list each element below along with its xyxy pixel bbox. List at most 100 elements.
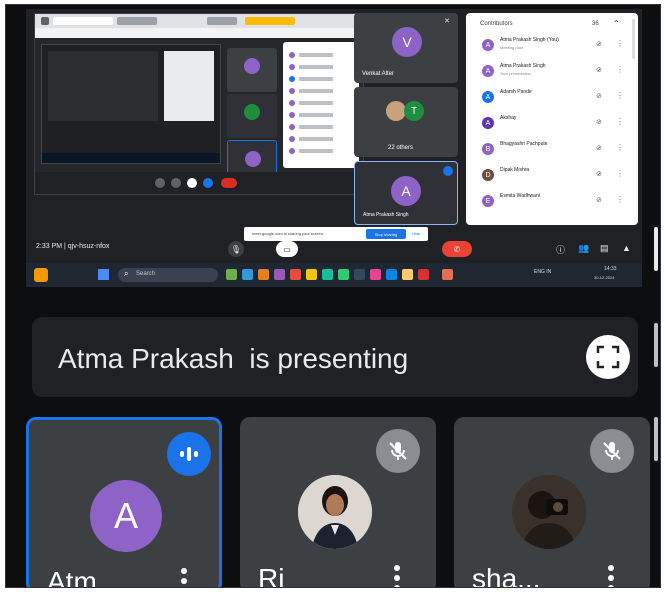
taskbar-app-icon[interactable] bbox=[258, 269, 269, 280]
participant-name: Atm... bbox=[47, 566, 121, 588]
fullscreen-button[interactable] bbox=[586, 335, 630, 379]
more-vert-icon[interactable]: ⋮ bbox=[616, 169, 624, 178]
taskbar-app-icon[interactable] bbox=[338, 269, 349, 280]
participant-row[interactable]: E Esmita Wadhwani ⊘ ⋮ bbox=[476, 191, 630, 213]
scrollbar-thumb[interactable] bbox=[654, 227, 658, 271]
speaking-icon bbox=[443, 166, 453, 176]
taskbar-app-icon[interactable] bbox=[306, 269, 317, 280]
scrollbar-track bbox=[654, 323, 658, 367]
sharing-notice-text: meet.google.com is sharing your screen. bbox=[252, 231, 325, 236]
people-count: 36 bbox=[592, 21, 599, 27]
meet-window: V Venkat Alter ✕ T 22 others A Atma Prak… bbox=[5, 4, 661, 588]
chat-icon[interactable]: ▤ bbox=[600, 243, 609, 254]
meeting-time: 2:33 PM | qjv-hsuz-nfox bbox=[36, 243, 110, 250]
shared-tile-others: T 22 others bbox=[354, 87, 458, 157]
venkat-avatar: V bbox=[392, 27, 422, 57]
participant-row[interactable]: A Atma Prakash Singh (You) Meeting host ⊘ ⋮ bbox=[476, 35, 630, 57]
participant-tile-sha[interactable]: sha... bbox=[454, 417, 650, 588]
more-vert-icon[interactable]: ⋮ bbox=[616, 91, 624, 100]
others-avatar: T bbox=[404, 101, 424, 121]
others-label: 22 others bbox=[388, 145, 414, 151]
shared-tile-venkat: V Venkat Alter ✕ bbox=[354, 13, 458, 83]
participant-row-name: Bhagyashri Pachpute bbox=[500, 141, 548, 147]
nested-people-panel bbox=[283, 42, 359, 168]
participant-tile-rj[interactable]: Rj bbox=[240, 417, 436, 587]
mic-off-icon[interactable]: ⊘ bbox=[596, 170, 602, 178]
more-vert-icon[interactable]: ⋮ bbox=[616, 65, 624, 74]
taskbar-app-icon[interactable] bbox=[418, 269, 429, 280]
participant-name: sha... bbox=[472, 563, 541, 588]
nested-meet-window bbox=[34, 13, 365, 195]
shared-tile-atma: A Atma Prakash Singh bbox=[354, 161, 458, 225]
mic-off-icon[interactable]: ⊘ bbox=[596, 92, 602, 100]
participant-row[interactable]: A Akshay ⊘ ⋮ bbox=[476, 113, 630, 135]
scrollbar[interactable] bbox=[632, 19, 635, 59]
participant-row[interactable]: B Bhagyashri Pachpute ⊘ ⋮ bbox=[476, 139, 630, 161]
mic-off-icon[interactable]: ⊘ bbox=[596, 144, 602, 152]
hide-button[interactable]: Hide bbox=[412, 231, 420, 236]
participant-tile-atma[interactable]: A Atm... bbox=[26, 417, 222, 588]
mic-off-icon[interactable]: ⊘ bbox=[596, 196, 602, 204]
activities-icon[interactable]: ▲ bbox=[622, 243, 631, 253]
nested-tile bbox=[227, 94, 277, 138]
participant-row[interactable]: A Atma Prakash Singh Your presentation ⊘ ⋮ bbox=[476, 61, 630, 83]
other-photo-avatar bbox=[386, 101, 406, 121]
presenting-banner: Atma Prakash is presenting bbox=[32, 317, 638, 397]
participant-avatar: B bbox=[482, 143, 494, 155]
end-call-button[interactable]: ✆ bbox=[442, 241, 472, 257]
camera-button[interactable]: ▭ bbox=[276, 241, 298, 257]
mic-off-icon bbox=[603, 442, 621, 460]
rj-photo bbox=[298, 475, 372, 549]
more-vert-icon[interactable]: ⋮ bbox=[616, 39, 624, 48]
taskbar-app-icon[interactable] bbox=[354, 269, 365, 280]
taskbar-app-icon[interactable] bbox=[274, 269, 285, 280]
audio-level-icon bbox=[180, 447, 198, 461]
mic-off-icon[interactable]: ⊘ bbox=[596, 66, 602, 74]
taskbar-app-icon[interactable] bbox=[402, 269, 413, 280]
participant-avatar: A bbox=[482, 117, 494, 129]
taskbar-app-icon[interactable] bbox=[290, 269, 301, 280]
taskbar-search[interactable]: ⌕ Search bbox=[118, 268, 218, 282]
mic-off-icon[interactable]: ⊘ bbox=[596, 40, 602, 48]
mic-icon[interactable]: 🎙 bbox=[228, 241, 244, 257]
tray-date: 30-12-2024 bbox=[594, 275, 615, 280]
sha-photo bbox=[512, 475, 586, 549]
participant-row-sub: Your presentation bbox=[500, 71, 532, 76]
info-icon[interactable]: ⓘ bbox=[556, 243, 565, 256]
mic-off-icon bbox=[389, 442, 407, 460]
mic-off-icon[interactable]: ⊘ bbox=[596, 118, 602, 126]
windows-taskbar: ⌕ Search ENG IN 14:33 30-12-2024 bbox=[26, 263, 642, 287]
muted-badge bbox=[376, 429, 420, 473]
participant-avatar: A bbox=[482, 65, 494, 77]
taskbar-app-icon[interactable] bbox=[386, 269, 397, 280]
nested-tile bbox=[227, 48, 277, 92]
more-vert-icon[interactable]: ⋮ bbox=[616, 143, 624, 152]
taskbar-app-icon[interactable] bbox=[226, 269, 237, 280]
nested-controls bbox=[35, 172, 365, 194]
people-panel-title: Contributors bbox=[480, 21, 513, 27]
taskbar-app-icon[interactable] bbox=[242, 269, 253, 280]
more-vert-icon[interactable] bbox=[606, 565, 616, 587]
participant-avatar: A bbox=[482, 39, 494, 51]
taskbar-app-icon[interactable] bbox=[370, 269, 381, 280]
nested-browser-tabs bbox=[35, 14, 365, 28]
participant-avatar: A bbox=[482, 91, 494, 103]
taskbar-app-icon[interactable] bbox=[442, 269, 453, 280]
more-vert-icon[interactable]: ⋮ bbox=[616, 195, 624, 204]
muted-badge bbox=[590, 429, 634, 473]
taskbar-app-icon[interactable] bbox=[322, 269, 333, 280]
windows-start-icon[interactable] bbox=[98, 269, 109, 280]
more-vert-icon[interactable] bbox=[179, 568, 189, 587]
participant-row[interactable]: A Adarsh Pande ⊘ ⋮ bbox=[476, 87, 630, 109]
people-icon[interactable]: 👥 bbox=[578, 243, 589, 254]
more-vert-icon[interactable] bbox=[392, 565, 402, 587]
nested-url-bar bbox=[35, 28, 365, 38]
participant-row-name: Akshay bbox=[500, 115, 517, 121]
participant-row[interactable]: D Dipak Mishra ⊘ ⋮ bbox=[476, 165, 630, 187]
more-vert-icon[interactable]: ⋮ bbox=[616, 117, 624, 126]
participant-row-name: Dipak Mishra bbox=[500, 167, 530, 173]
fullscreen-icon bbox=[596, 345, 620, 369]
atma-avatar: A bbox=[90, 480, 162, 552]
participant-row-name: Adarsh Pande bbox=[500, 89, 532, 95]
chevron-up-icon[interactable]: ⌃ bbox=[613, 19, 620, 28]
